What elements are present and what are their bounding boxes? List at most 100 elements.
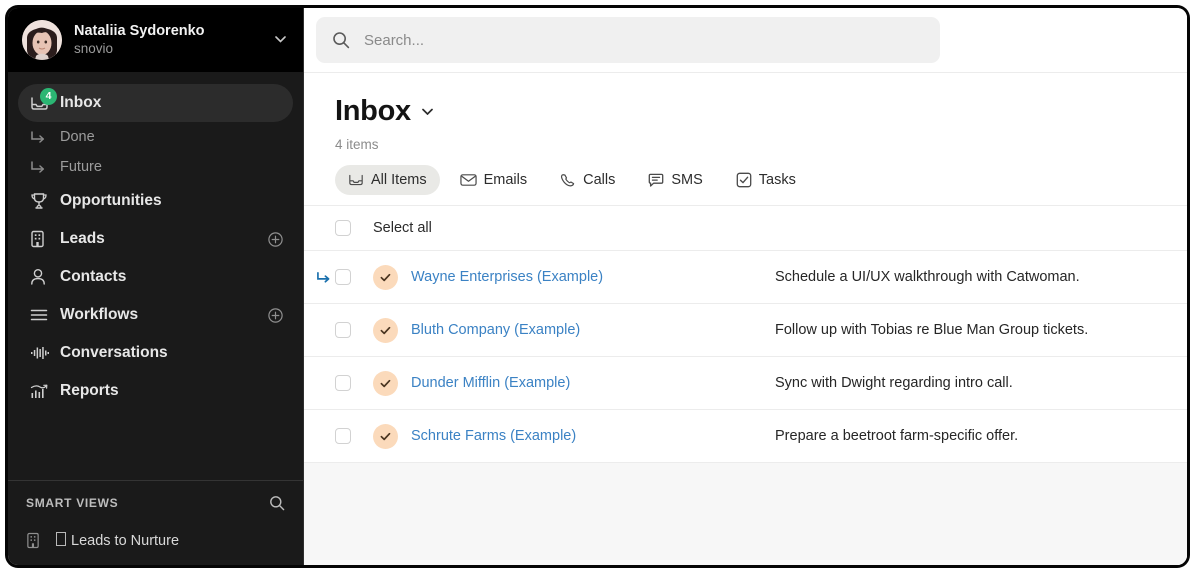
check-icon	[373, 317, 398, 343]
sidebar-item-label: Leads	[60, 230, 105, 247]
chat-bubble-icon	[648, 173, 664, 188]
trophy-icon	[30, 192, 56, 210]
table-row[interactable]: Bluth Company (Example) Follow up with T…	[304, 304, 1187, 357]
sidebar-item-inbox[interactable]: 4 Inbox	[18, 84, 293, 122]
tab-label: Emails	[483, 172, 528, 188]
row-description: Schedule a UI/UX walkthrough with Catwom…	[775, 269, 1080, 285]
row-description: Follow up with Tobias re Blue Man Group …	[775, 322, 1089, 338]
inbox-unread-badge: 4	[40, 87, 57, 105]
tab-label: SMS	[671, 172, 703, 188]
waveform-icon	[30, 345, 56, 361]
sidebar-nav: 4 Inbox Done Future Opportunities Leads …	[8, 72, 303, 470]
row-company-link[interactable]: Bluth Company (Example)	[411, 322, 580, 338]
table-row[interactable]: Wayne Enterprises (Example) Schedule a U…	[304, 251, 1187, 304]
tab-sms[interactable]: SMS	[635, 165, 715, 195]
sidebar-item-future[interactable]: Future	[18, 152, 293, 182]
reply-arrow-icon	[312, 271, 335, 284]
envelope-icon	[459, 173, 477, 187]
app-window: Nataliia Sydorenko snovio 4 Inbox Done F…	[8, 8, 1187, 565]
add-lead-button[interactable]	[268, 231, 283, 247]
smart-views-title: SMART VIEWS	[26, 496, 119, 510]
tab-label: Calls	[583, 172, 616, 188]
search-bar[interactable]	[316, 17, 940, 63]
sidebar: Nataliia Sydorenko snovio 4 Inbox Done F…	[8, 8, 304, 565]
tab-calls[interactable]: Calls	[547, 165, 628, 195]
top-bar	[304, 8, 1187, 73]
sidebar-item-label: Conversations	[60, 344, 168, 361]
row-company-link[interactable]: Wayne Enterprises (Example)	[411, 269, 603, 285]
smart-views-header: SMART VIEWS	[26, 495, 285, 511]
sidebar-item-label: Reports	[60, 382, 119, 399]
select-all-label: Select all	[373, 220, 432, 236]
row-description: Sync with Dwight regarding intro call.	[775, 375, 1013, 391]
inbox-icon	[348, 173, 364, 187]
row-company-link[interactable]: Schrute Farms (Example)	[411, 428, 576, 444]
workspace-switcher[interactable]: Nataliia Sydorenko snovio	[8, 8, 303, 72]
missing-glyph-box-icon	[56, 531, 66, 546]
item-count: 4 items	[335, 137, 379, 152]
chevron-down-icon[interactable]	[271, 35, 289, 46]
row-description: Prepare a beetroot farm-specific offer.	[775, 428, 1019, 444]
row-checkbox[interactable]	[335, 428, 351, 444]
add-workflow-button[interactable]	[268, 307, 283, 323]
search-input[interactable]	[362, 30, 924, 50]
arrow-turn-down-right-icon	[30, 160, 56, 174]
page-title-row[interactable]: Inbox	[335, 95, 1187, 128]
smart-view-item-label: Leads to Nurture	[56, 531, 180, 549]
tab-emails[interactable]: Emails	[447, 165, 541, 195]
row-checkbox[interactable]	[335, 322, 351, 338]
main-area: Inbox 4 items	[304, 8, 1187, 565]
page-title: Inbox	[335, 95, 411, 127]
user-name: Nataliia Sydorenko	[74, 22, 205, 39]
filter-tabs: All Items Emails Calls SMS Tasks	[335, 165, 1187, 205]
inbox-icon: 4	[30, 87, 57, 112]
row-checkbox[interactable]	[335, 269, 351, 285]
tab-label: Tasks	[758, 172, 796, 188]
building-icon	[26, 532, 52, 549]
sidebar-item-label: Inbox	[60, 94, 102, 111]
person-icon	[30, 268, 56, 286]
check-icon	[373, 370, 398, 396]
row-company-link[interactable]: Dunder Mifflin (Example)	[411, 375, 570, 391]
chevron-down-icon[interactable]	[421, 108, 433, 115]
smart-view-item-leads-to-nurture[interactable]: Leads to Nurture	[26, 525, 285, 555]
tab-all-items[interactable]: All Items	[335, 165, 440, 195]
building-icon	[30, 230, 56, 248]
select-all-checkbox[interactable]	[335, 220, 351, 236]
smart-views-section: SMART VIEWS Leads to Nurture	[8, 481, 303, 565]
list-empty-space	[304, 463, 1187, 565]
phone-icon	[560, 173, 576, 188]
sidebar-item-leads[interactable]: Leads	[18, 220, 293, 258]
avatar	[22, 20, 62, 60]
sidebar-item-label: Workflows	[60, 306, 139, 323]
workspace-text: Nataliia Sydorenko snovio	[74, 23, 271, 58]
sidebar-item-label: Opportunities	[60, 192, 162, 209]
item-list: Wayne Enterprises (Example) Schedule a U…	[304, 251, 1187, 463]
table-row[interactable]: Schrute Farms (Example) Prepare a beetro…	[304, 410, 1187, 463]
arrow-turn-down-right-icon	[30, 130, 56, 144]
check-icon	[373, 423, 398, 449]
org-name: snovio	[74, 41, 114, 57]
sidebar-item-label: Done	[60, 129, 95, 145]
sidebar-item-conversations[interactable]: Conversations	[18, 334, 293, 372]
tab-label: All Items	[371, 172, 427, 188]
row-checkbox[interactable]	[335, 375, 351, 391]
sidebar-item-done[interactable]: Done	[18, 122, 293, 152]
content-area: Inbox 4 items All Items Emails Calls SMS…	[304, 73, 1187, 565]
sidebar-item-contacts[interactable]: Contacts	[18, 258, 293, 296]
smart-view-item-text: Leads to Nurture	[71, 532, 180, 549]
sidebar-item-label: Future	[60, 159, 102, 175]
search-icon[interactable]	[269, 495, 285, 511]
lines-icon	[30, 308, 56, 322]
check-icon	[373, 264, 398, 290]
list-header: Select all	[304, 205, 1187, 251]
sidebar-item-reports[interactable]: Reports	[18, 372, 293, 410]
sidebar-item-opportunities[interactable]: Opportunities	[18, 182, 293, 220]
tab-tasks[interactable]: Tasks	[723, 165, 809, 195]
search-icon	[332, 31, 350, 49]
sidebar-item-label: Contacts	[60, 268, 127, 285]
table-row[interactable]: Dunder Mifflin (Example) Sync with Dwigh…	[304, 357, 1187, 410]
page-header: Inbox 4 items All Items Emails Calls SMS…	[304, 73, 1187, 205]
checkbox-check-icon	[736, 172, 752, 188]
sidebar-item-workflows[interactable]: Workflows	[18, 296, 293, 334]
